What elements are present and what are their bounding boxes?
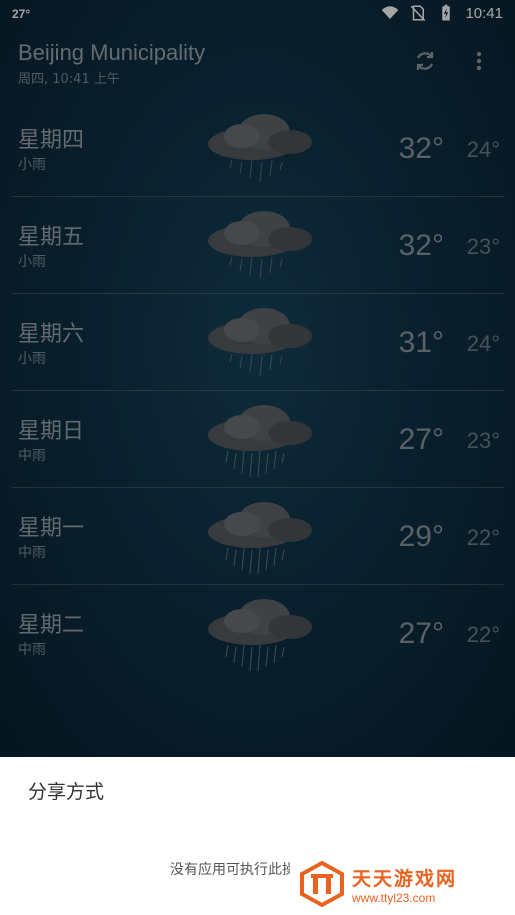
status-temperature: 27°: [12, 7, 31, 21]
forecast-day: 星期二: [18, 613, 85, 638]
forecast-condition: 中雨: [18, 642, 46, 658]
more-vert-icon: [476, 51, 482, 71]
share-sheet-title: 分享方式: [28, 781, 105, 803]
forecast-day: 星期六: [18, 322, 85, 347]
rain-cloud-icon: [208, 308, 312, 377]
wifi-icon: [382, 6, 399, 19]
forecast-condition: 小雨: [18, 157, 46, 173]
forecast-high: 27°: [398, 423, 444, 456]
forecast-low: 22°: [466, 622, 500, 647]
forecast-low: 22°: [466, 525, 500, 550]
more-options-button[interactable]: [464, 46, 494, 76]
forecast-row[interactable]: 星期一 中雨 29° 22°: [12, 488, 504, 585]
forecast-list: 星期四 小雨 32° 24° 星期五 小雨 32° 23° 星期六 小雨 31°…: [12, 100, 504, 681]
refresh-icon: [416, 52, 434, 70]
no-sim-icon: [411, 5, 426, 22]
forecast-condition: 中雨: [18, 448, 46, 464]
forecast-condition: 中雨: [18, 545, 46, 561]
forecast-high: 32°: [398, 229, 444, 262]
forecast-row[interactable]: 星期四 小雨 32° 24°: [12, 100, 504, 197]
forecast-high: 27°: [398, 617, 444, 650]
forecast-low: 24°: [466, 137, 500, 162]
forecast-low: 24°: [466, 331, 500, 356]
forecast-low: 23°: [466, 428, 500, 453]
forecast-row[interactable]: 星期五 小雨 32° 23°: [12, 197, 504, 294]
forecast-day: 星期日: [18, 419, 85, 444]
status-right: 10:41: [381, 4, 503, 22]
forecast-day: 星期四: [18, 128, 85, 153]
refresh-button[interactable]: [410, 46, 440, 76]
battery-charging-icon: [442, 4, 451, 21]
forecast-row[interactable]: 星期六 小雨 31° 24°: [12, 294, 504, 391]
forecast-row[interactable]: 星期二 中雨 27° 22°: [12, 585, 504, 681]
status-bar: 27° 10:41: [0, 0, 515, 30]
forecast-condition: 小雨: [18, 351, 46, 367]
rain-cloud-icon: [208, 502, 312, 575]
app-header: Beijing Municipality 周四, 10:41 上午: [0, 30, 515, 90]
forecast-high: 29°: [398, 520, 444, 553]
status-time: 10:41: [465, 4, 503, 22]
city-name: Beijing Municipality: [18, 40, 206, 65]
watermark-name: 天天游戏网: [352, 867, 458, 890]
watermark-logo-icon: [300, 860, 344, 908]
rain-cloud-icon: [208, 211, 312, 280]
forecast-high: 32°: [398, 132, 444, 165]
weather-screen: 27° 10:41 Beijing Municipality 周四, 10:41…: [0, 0, 515, 757]
forecast-row[interactable]: 星期日 中雨 27° 23°: [12, 391, 504, 488]
current-datetime: 周四, 10:41 上午: [18, 72, 120, 87]
forecast-high: 31°: [398, 326, 444, 359]
watermark-url: www.ttyl23.com: [352, 890, 436, 905]
forecast-condition: 小雨: [18, 254, 46, 270]
share-empty-message: 没有应用可执行此操作: [170, 862, 290, 878]
rain-cloud-icon: [208, 599, 312, 672]
rain-cloud-icon: [208, 114, 312, 183]
site-watermark: 天天游戏网 www.ttyl23.com: [298, 858, 508, 910]
rain-cloud-icon: [208, 405, 312, 478]
forecast-day: 星期五: [18, 225, 85, 250]
forecast-low: 23°: [466, 234, 500, 259]
forecast-day: 星期一: [18, 516, 85, 541]
watermark-text: 天天游戏网 www.ttyl23.com: [352, 864, 457, 905]
